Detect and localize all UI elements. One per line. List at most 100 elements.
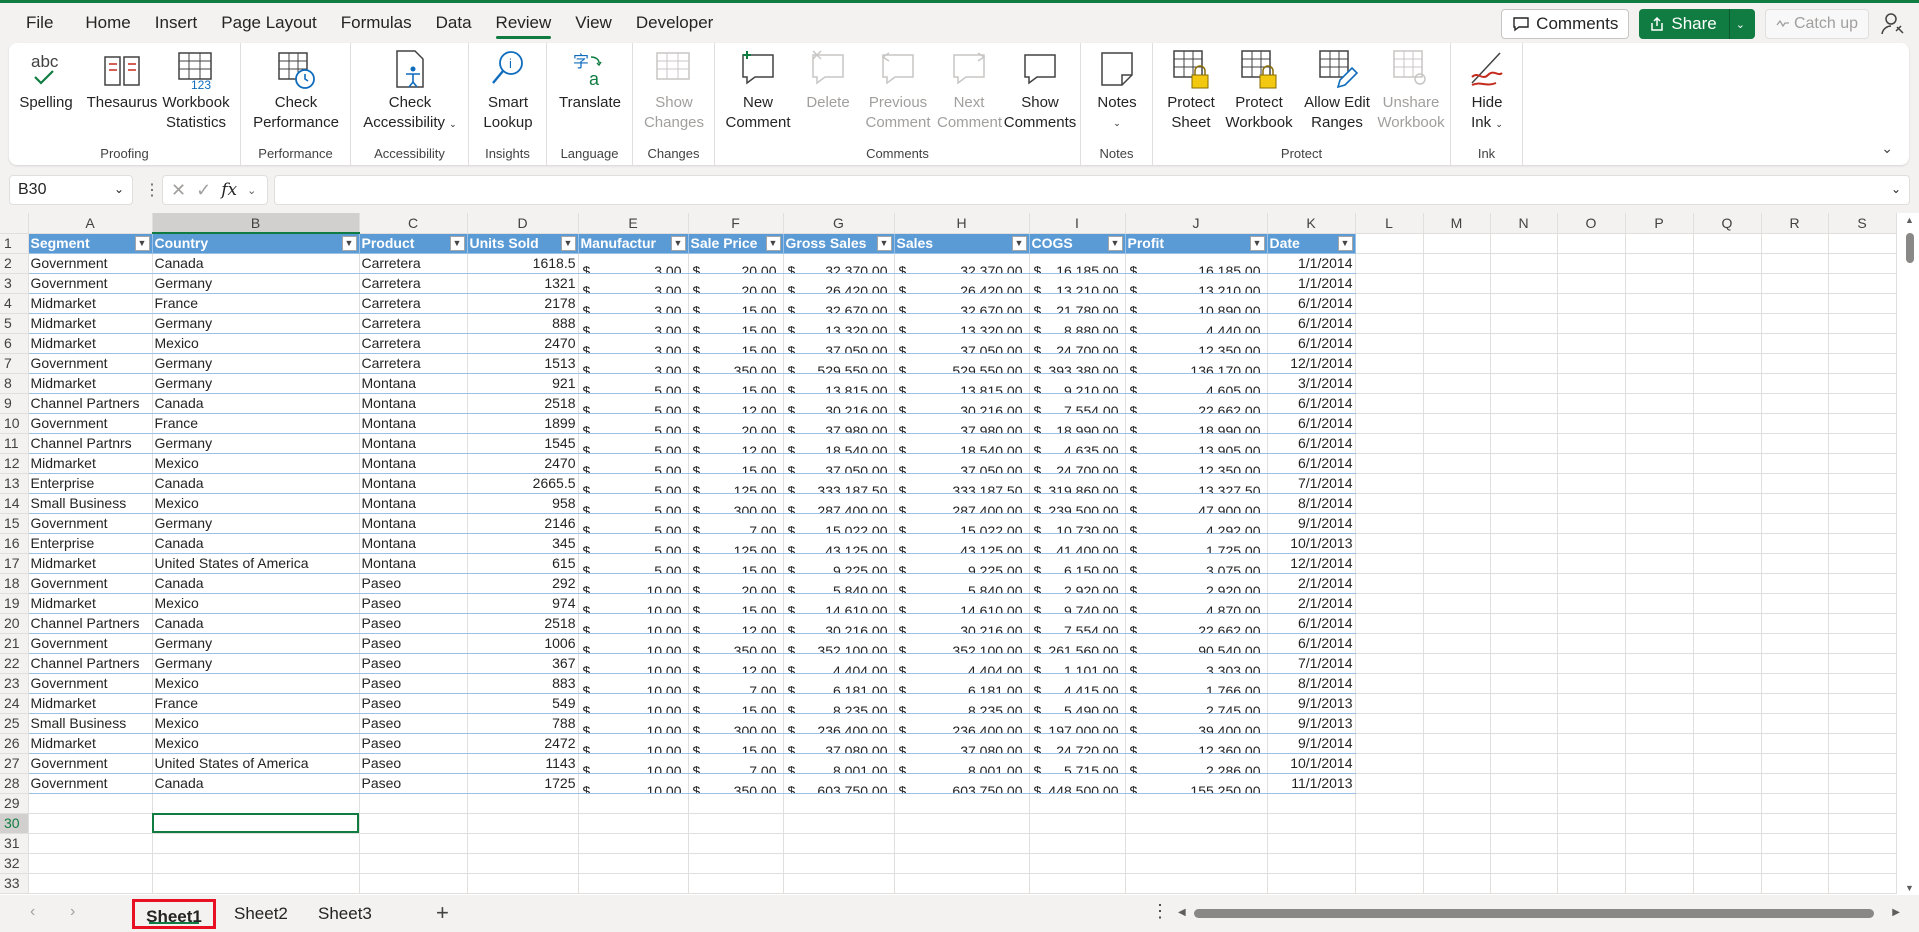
table-cell[interactable]: Government [28, 573, 153, 594]
sheet-tab-sheet2[interactable]: Sheet2 [226, 899, 296, 929]
table-cell[interactable]: $2,745.00 [1125, 693, 1268, 714]
table-cell[interactable]: $32,670.00 [894, 293, 1030, 314]
cell[interactable] [1761, 373, 1829, 394]
cell[interactable] [1625, 733, 1694, 754]
cell[interactable] [1625, 233, 1694, 254]
cell[interactable] [1761, 673, 1829, 694]
table-cell[interactable]: $3,303.00 [1125, 653, 1268, 674]
filter-dropdown-icon[interactable]: ▼ [876, 235, 892, 251]
table-cell[interactable]: $393,380.00 [1029, 353, 1126, 374]
select-all-corner[interactable] [0, 213, 29, 234]
sheet-tab-sheet1[interactable]: Sheet1 [132, 899, 216, 929]
table-cell[interactable]: 549 [467, 693, 579, 714]
table-cell[interactable]: Carretera [359, 313, 468, 334]
table-cell[interactable]: $20.00 [688, 253, 784, 274]
cell[interactable] [1557, 833, 1626, 854]
cell[interactable] [359, 853, 468, 874]
table-cell[interactable]: Channel Partnrs [28, 433, 153, 454]
row-header[interactable]: 23 [0, 673, 29, 694]
cell[interactable] [1423, 693, 1491, 714]
row-header[interactable]: 24 [0, 693, 29, 714]
catch-up-button[interactable]: Catch up [1764, 9, 1869, 39]
filter-dropdown-icon[interactable]: ▼ [1011, 235, 1027, 251]
allow-edit-ranges-button[interactable]: Allow Edit Ranges [1299, 47, 1375, 133]
cell[interactable] [1761, 873, 1829, 894]
table-cell[interactable]: $20.00 [688, 273, 784, 294]
table-cell[interactable]: Germany [152, 313, 360, 334]
cell[interactable] [1490, 433, 1558, 454]
table-cell[interactable]: Montana [359, 493, 468, 514]
cell[interactable] [1828, 793, 1897, 814]
cell[interactable] [1557, 753, 1626, 774]
cell[interactable] [1828, 753, 1897, 774]
table-cell[interactable]: $5,840.00 [783, 573, 895, 594]
table-cell[interactable]: $4,292.00 [1125, 513, 1268, 534]
active-cell[interactable] [152, 813, 360, 834]
cell[interactable] [783, 833, 895, 854]
cell[interactable] [1693, 733, 1762, 754]
table-cell[interactable]: Government [28, 353, 153, 374]
cell[interactable] [1490, 713, 1558, 734]
cell[interactable] [1355, 333, 1424, 354]
cell[interactable] [1828, 453, 1897, 474]
cell[interactable] [1693, 573, 1762, 594]
row-header[interactable]: 33 [0, 873, 29, 894]
table-cell[interactable]: $529,550.00 [894, 353, 1030, 374]
cell[interactable] [359, 873, 468, 894]
table-cell[interactable]: $18,990.00 [1125, 413, 1268, 434]
table-cell[interactable]: $10.00 [578, 773, 689, 794]
table-cell[interactable]: 6/1/2014 [1267, 613, 1356, 634]
table-cell[interactable]: $15.00 [688, 553, 784, 574]
row-header[interactable]: 3 [0, 273, 29, 294]
row-header[interactable]: 17 [0, 553, 29, 574]
table-cell[interactable]: Montana [359, 393, 468, 414]
table-cell[interactable]: France [152, 693, 360, 714]
table-cell[interactable]: $30,216.00 [894, 613, 1030, 634]
delete-comment-button[interactable]: Delete [797, 47, 859, 113]
table-cell[interactable]: $4,404.00 [783, 653, 895, 674]
cell[interactable] [1490, 253, 1558, 274]
table-cell[interactable]: Canada [152, 253, 360, 274]
column-header[interactable]: C [359, 213, 468, 234]
table-cell[interactable]: $125.00 [688, 533, 784, 554]
cell[interactable] [1828, 233, 1897, 254]
cell[interactable] [578, 793, 689, 814]
cell[interactable] [1761, 613, 1829, 634]
cell[interactable] [1625, 353, 1694, 374]
cell[interactable] [1423, 793, 1491, 814]
table-cell[interactable]: $24,700.00 [1029, 333, 1126, 354]
cell[interactable] [1625, 713, 1694, 734]
table-cell[interactable]: $2,920.00 [1029, 573, 1126, 594]
table-cell[interactable]: $5.00 [578, 513, 689, 534]
cell[interactable] [1828, 733, 1897, 754]
thesaurus-button[interactable]: Thesaurus [86, 47, 158, 113]
vertical-scrollbar[interactable]: ▲ ▼ [1901, 213, 1919, 895]
cell[interactable] [1828, 393, 1897, 414]
table-cell[interactable]: $4,635.00 [1029, 433, 1126, 454]
table-cell[interactable]: 6/1/2014 [1267, 393, 1356, 414]
cell[interactable] [1423, 873, 1491, 894]
table-cell[interactable]: Government [28, 773, 153, 794]
cell[interactable] [1029, 833, 1126, 854]
table-cell[interactable]: $13,815.00 [783, 373, 895, 394]
person-settings-icon[interactable] [1879, 10, 1907, 38]
cell[interactable] [1693, 693, 1762, 714]
cell[interactable] [1693, 633, 1762, 654]
cell[interactable] [1355, 713, 1424, 734]
cell[interactable] [1625, 373, 1694, 394]
table-cell[interactable]: 7/1/2014 [1267, 653, 1356, 674]
row-header[interactable]: 14 [0, 493, 29, 514]
table-cell[interactable]: $15.00 [688, 333, 784, 354]
table-cell[interactable]: 2/1/2014 [1267, 573, 1356, 594]
cell[interactable] [1125, 873, 1268, 894]
row-header[interactable]: 16 [0, 533, 29, 554]
cell[interactable] [1267, 833, 1356, 854]
table-cell[interactable]: $8,001.00 [894, 753, 1030, 774]
table-cell[interactable]: Paseo [359, 753, 468, 774]
row-header[interactable]: 2 [0, 253, 29, 274]
cell[interactable] [1490, 593, 1558, 614]
cell[interactable] [1557, 373, 1626, 394]
table-cell[interactable]: 2146 [467, 513, 579, 534]
cell[interactable] [1490, 393, 1558, 414]
table-header-cell[interactable]: COGS ▼ [1029, 233, 1126, 254]
